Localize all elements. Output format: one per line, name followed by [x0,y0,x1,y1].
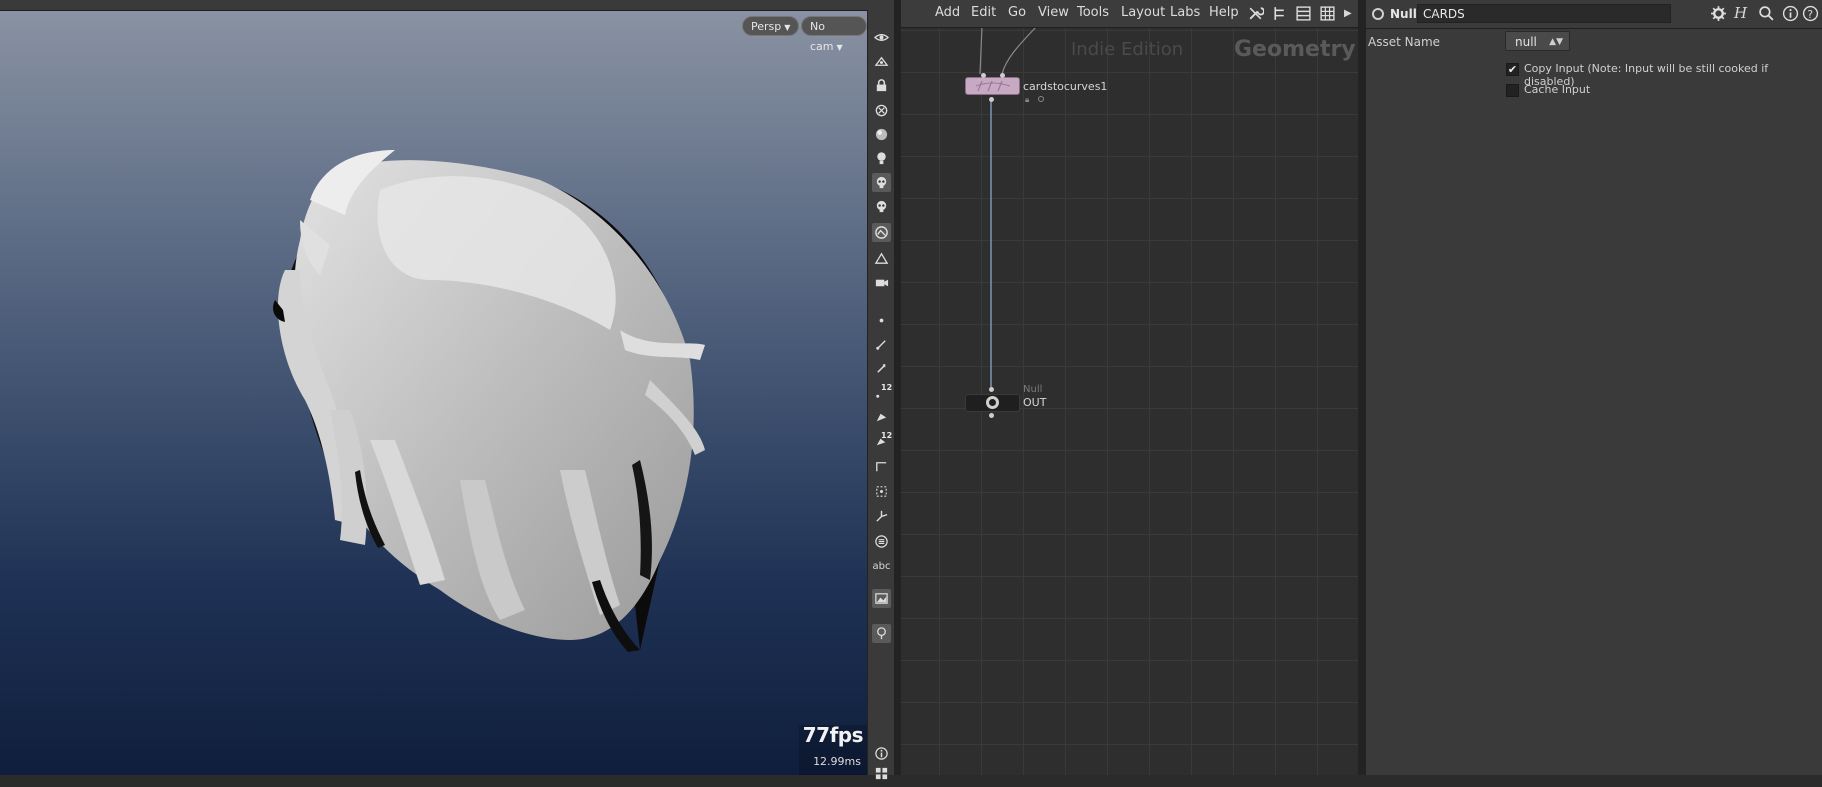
branches-icon[interactable] [872,507,891,526]
text-display-button[interactable]: abc [872,557,891,576]
info-icon[interactable] [872,744,891,763]
camera-icon[interactable] [872,273,891,292]
cache-input-checkbox[interactable] [1506,84,1519,97]
background-image-icon[interactable] [872,223,891,242]
viewport-display-toolbar: 12 12 abc [867,10,895,780]
curves-icon [975,80,1011,92]
info-icon[interactable] [1782,5,1799,22]
shading-sphere-icon[interactable] [872,125,891,144]
menu-labs[interactable]: Labs [1170,5,1200,20]
houdini-h-icon[interactable]: H [1734,5,1751,22]
scene-viewport[interactable]: Persp ▼ No cam ▼ 77fps 12.99ms [0,0,867,775]
point-display-icon[interactable] [872,311,891,330]
point-number-badge: 12 [881,383,893,392]
viewport-title-strip [0,0,904,11]
camera-mode-label: Persp [751,20,782,33]
menu-help[interactable]: Help [1209,5,1239,20]
network-editor-canvas[interactable]: Indie Edition Geometry cardstocurves1 🔒︎… [901,28,1358,775]
null-ring-icon [986,396,999,409]
grid-icon[interactable] [872,764,891,783]
copy-input-checkbox[interactable]: ✔ [1506,63,1519,76]
list-view-icon[interactable] [1295,5,1312,22]
lock-icon: 🔒︎ [1025,95,1030,104]
asset-name-value: null [1515,35,1537,49]
menu-layout[interactable]: Layout [1121,5,1165,20]
input-connector[interactable] [1000,73,1005,78]
primitive-normal-icon[interactable] [872,359,891,378]
frame-time-readout: 12.99ms [813,755,861,768]
node-cardstocurves1[interactable] [965,77,1020,95]
asset-name-dropdown[interactable]: null ▲▼ [1505,31,1570,51]
lock-icon[interactable] [872,76,891,95]
node-out[interactable] [965,394,1020,412]
input-connector[interactable] [989,387,994,392]
updown-arrow-icon: ▲▼ [1549,37,1563,47]
snap-icon[interactable] [872,249,891,268]
menu-go[interactable]: Go [1008,5,1026,20]
pane-divider[interactable] [1358,0,1366,775]
skull-icon[interactable] [872,197,891,216]
camera-select-menu[interactable]: No cam ▼ [801,16,867,53]
parameter-body: Asset Name null ▲▼ ✔ Copy Input (Note: I… [1366,29,1822,775]
node-type-label: Null [1023,384,1043,395]
network-menubar: Add Edit Go View Tools Layout Labs Help … [901,0,1358,28]
light-bulb-icon[interactable] [872,149,891,168]
node-label: OUT [1023,396,1047,409]
svg-text:?: ? [1807,8,1813,21]
chevron-down-icon: ▼ [836,43,843,52]
camera-mode-menu[interactable]: Persp ▼ [742,16,800,36]
pane-divider[interactable] [894,0,901,775]
asset-name-label: Asset Name [1368,35,1441,49]
uv-backface-icon[interactable] [872,457,891,476]
select-visible-icon[interactable] [872,52,891,71]
output-connector[interactable] [989,413,994,418]
node-label: cardstocurves1 [1023,80,1108,93]
search-icon[interactable] [1758,5,1775,22]
grid-view-icon[interactable] [1319,5,1336,22]
wrench-icon[interactable] [1247,5,1265,22]
node-name-field[interactable]: CARDS [1417,4,1671,23]
light-pin-icon[interactable] [872,624,891,643]
eye-icon[interactable] [872,28,891,47]
cache-input-label: Cache Input [1524,83,1591,96]
input-connector[interactable] [981,73,986,78]
parameter-header: Null CARDS H ? [1366,0,1822,29]
skull-on-icon[interactable] [872,173,891,192]
flag-circle-icon [1038,96,1044,102]
hull-icon[interactable] [872,482,891,501]
menu-tools[interactable]: Tools [1077,5,1109,20]
vertex-icon[interactable] [872,407,891,426]
image-icon[interactable] [872,589,891,608]
list-icon[interactable] [872,532,891,551]
node-type-label: Null [1390,7,1417,21]
help-icon[interactable]: ? [1802,5,1819,22]
point-number-icon[interactable]: 12 [872,383,892,402]
menu-add[interactable]: Add [935,5,960,20]
menu-view[interactable]: View [1038,5,1069,20]
primitive-number-badge: 12 [881,431,893,440]
null-node-icon [1372,8,1384,20]
menu-edit[interactable]: Edit [971,5,996,20]
fps-readout: 77fps [802,723,864,747]
chevron-down-icon: ▼ [784,23,791,32]
gear-icon[interactable] [1710,5,1727,22]
point-normal-icon[interactable] [872,335,891,354]
tree-icon[interactable] [1271,5,1288,22]
primitive-number-icon[interactable]: 12 [872,431,892,450]
output-connector[interactable] [989,97,994,102]
ghost-icon[interactable] [872,101,891,120]
hair-geometry [273,150,705,652]
